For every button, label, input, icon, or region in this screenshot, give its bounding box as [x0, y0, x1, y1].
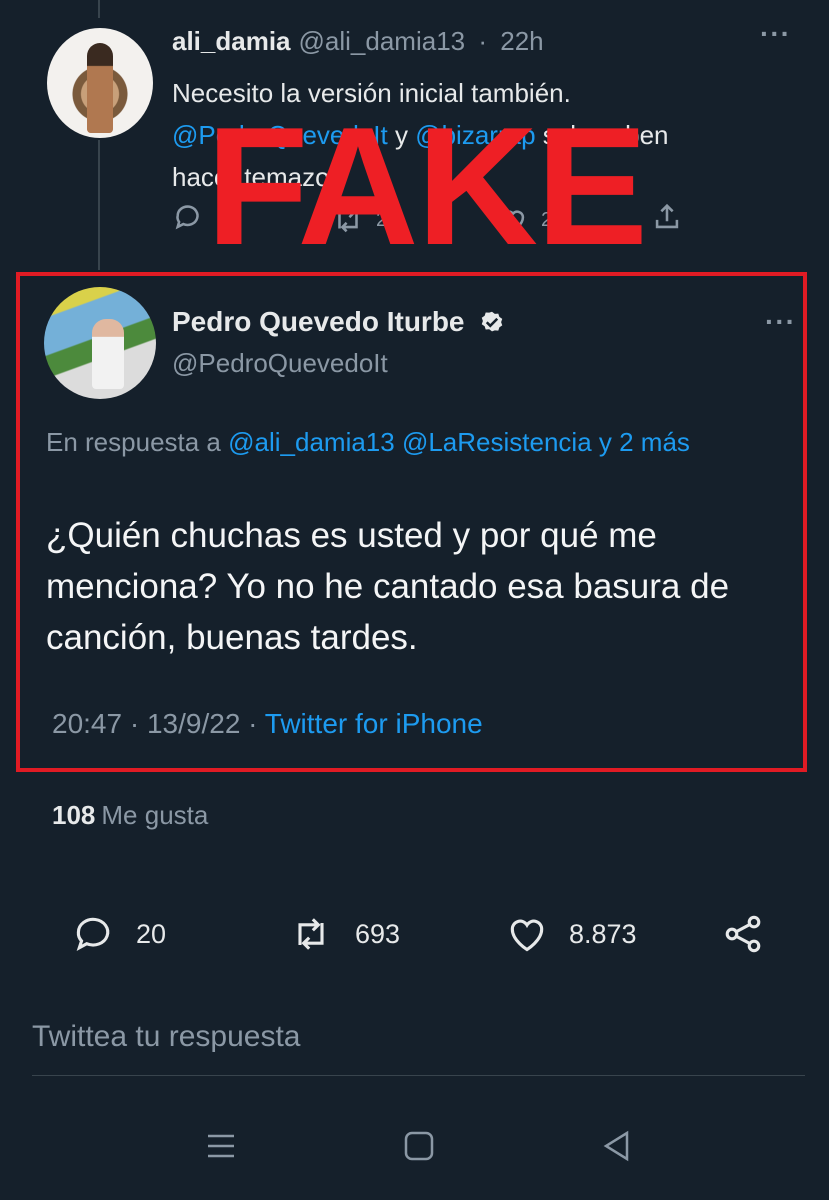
- like-icon: [510, 919, 544, 952]
- avatar-figure: [87, 43, 113, 133]
- in-reply-mentions[interactable]: @ali_damia13 @LaResistencia y 2 más: [228, 427, 690, 457]
- share-icon: [725, 915, 761, 953]
- reply-tweet-time: 22h: [500, 26, 544, 56]
- reply-author-avatar[interactable]: [47, 28, 153, 138]
- likes-summary[interactable]: 108 Me gusta: [52, 800, 208, 831]
- in-reply-to: En respuesta a @ali_damia13 @LaResistenc…: [46, 420, 766, 464]
- menu-nav-icon[interactable]: [205, 1128, 237, 1169]
- back-nav-icon[interactable]: [600, 1128, 632, 1169]
- meta-sep-1: ·: [122, 708, 147, 739]
- thread-line: [98, 140, 100, 270]
- fake-stamp: FAKE: [206, 92, 648, 280]
- main-author-name[interactable]: Pedro Quevedo Iturbe: [172, 306, 465, 337]
- compose-divider: [32, 1075, 805, 1076]
- tweet-meta: 20:47 · 13/9/22 · Twitter for iPhone: [52, 708, 483, 740]
- likes-label: Me gusta: [101, 800, 209, 830]
- tweet-source[interactable]: Twitter for iPhone: [265, 708, 483, 739]
- retweet-count: 693: [355, 918, 401, 949]
- main-author-name-row[interactable]: Pedro Quevedo Iturbe: [172, 306, 506, 338]
- share-button[interactable]: [720, 910, 766, 958]
- separator-dot: ·: [478, 26, 488, 56]
- retweet-button[interactable]: 693: [285, 910, 400, 958]
- meta-sep-2: ·: [240, 708, 265, 739]
- reply-author-name[interactable]: ali_damia: [172, 26, 291, 56]
- home-nav-icon[interactable]: [403, 1128, 435, 1169]
- verified-badge-icon: [482, 311, 503, 331]
- thread-line-top: [98, 0, 100, 18]
- main-author-avatar[interactable]: [44, 287, 156, 399]
- main-author-handle[interactable]: @PedroQuevedoIt: [172, 348, 388, 379]
- compose-reply-input[interactable]: Twittea tu respuesta: [32, 1020, 300, 1054]
- avatar-person: [92, 319, 124, 389]
- reply-button[interactable]: 20: [70, 910, 166, 958]
- reply-tweet-reply-icon[interactable]: [172, 200, 206, 240]
- reply-count: 20: [136, 918, 167, 949]
- tweet-time: 20:47: [52, 708, 123, 739]
- main-tweet-text: ¿Quién chuchas es usted y por qué me men…: [46, 516, 730, 657]
- main-more-icon[interactable]: ···: [765, 306, 796, 338]
- retweet-icon: [298, 918, 324, 950]
- reply-tweet-header: ali_damia @ali_damia13 · 22h: [172, 26, 544, 57]
- like-button[interactable]: 8.873: [503, 910, 637, 958]
- reply-tweet-share-icon[interactable]: [650, 200, 684, 240]
- reply-author-handle[interactable]: @ali_damia13: [299, 26, 466, 56]
- in-reply-prefix: En respuesta a: [46, 427, 229, 457]
- reply-more-icon[interactable]: ···: [760, 18, 791, 50]
- like-count: 8.873: [569, 918, 637, 949]
- likes-count: 108: [52, 800, 96, 830]
- tweet-date: 13/9/22: [146, 708, 241, 739]
- reply-icon: [76, 917, 110, 952]
